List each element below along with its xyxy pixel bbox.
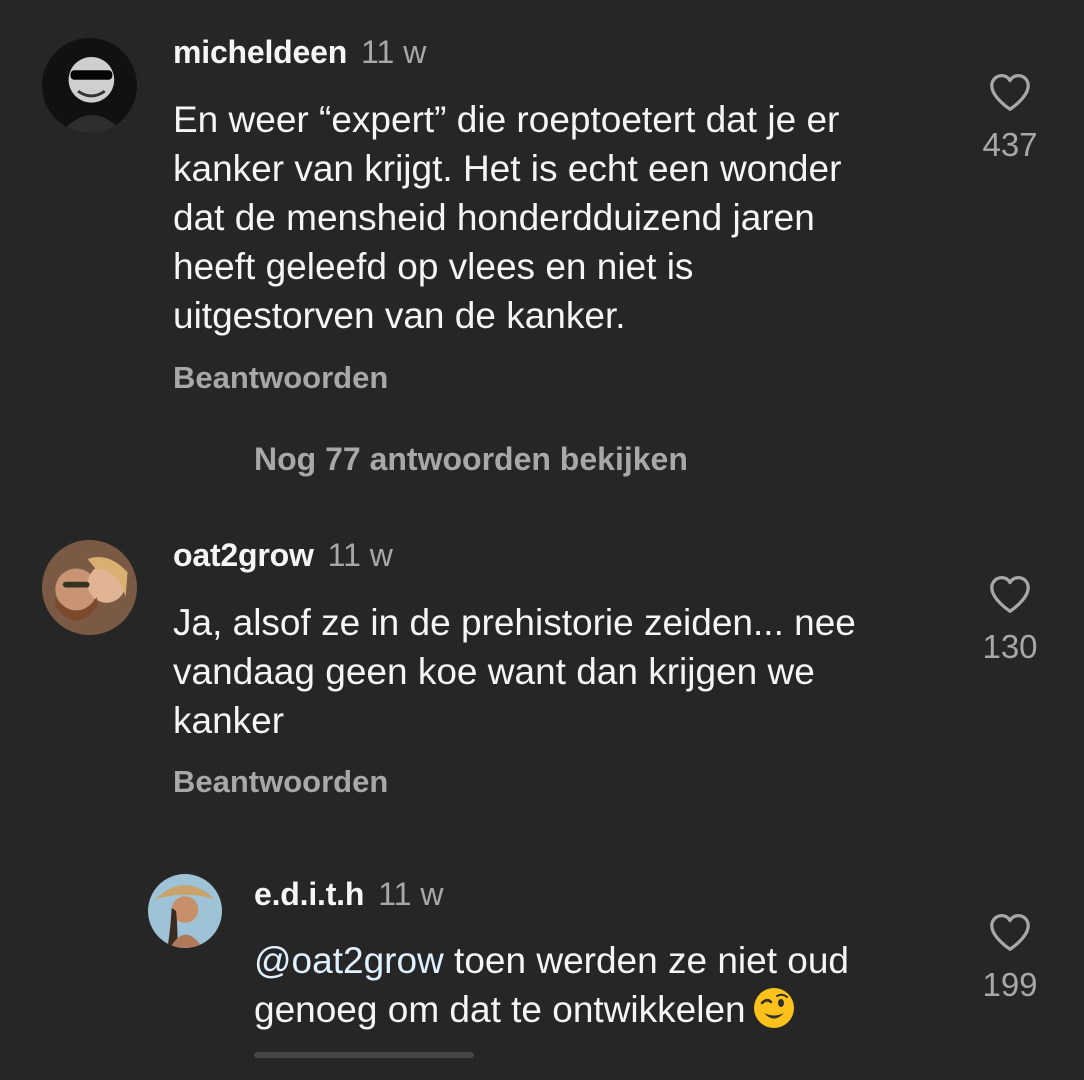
clipped-reply-button bbox=[254, 1052, 474, 1058]
username[interactable]: e.d.i.t.h bbox=[254, 876, 364, 912]
avatar[interactable] bbox=[42, 38, 137, 133]
heart-icon[interactable] bbox=[988, 72, 1032, 112]
comment-text: En weer “expert” die roeptoetert dat je … bbox=[173, 95, 841, 340]
heart-icon[interactable] bbox=[988, 574, 1032, 614]
like-count: 199 bbox=[982, 966, 1038, 1003]
comment-text-segment: genoeg om dat te ontwikkelen bbox=[254, 989, 746, 1030]
comment-line: genoeg om dat te ontwikkelen bbox=[254, 985, 849, 1034]
like-button[interactable]: 130 bbox=[970, 574, 1050, 666]
comment-text: Ja, alsof ze in de prehistorie zeiden...… bbox=[173, 598, 856, 745]
username[interactable]: micheldeen bbox=[173, 34, 347, 70]
comments-thread: micheldeen 11 w En weer “expert” die roep… bbox=[0, 0, 1084, 1080]
comment-header: micheldeen 11 w bbox=[173, 34, 426, 71]
avatar[interactable] bbox=[148, 874, 222, 948]
view-more-replies-link[interactable]: Nog 77 antwoorden bekijken bbox=[254, 441, 688, 478]
timestamp: 11 w bbox=[327, 537, 393, 573]
comment-line: dat de mensheid honderdduizend jaren bbox=[173, 197, 815, 238]
like-count: 437 bbox=[982, 126, 1038, 163]
avatar[interactable] bbox=[42, 540, 137, 635]
timestamp: 11 w bbox=[378, 876, 444, 912]
comment-line: @oat2grow toen werden ze niet oud bbox=[254, 936, 849, 985]
comment-line: vandaag geen koe want dan krijgen we bbox=[173, 651, 815, 692]
like-button[interactable]: 199 bbox=[970, 912, 1050, 1004]
reply-button[interactable]: Beantwoorden bbox=[173, 764, 388, 800]
comment-line: uitgestorven van de kanker. bbox=[173, 295, 626, 336]
mention-link[interactable]: @oat2grow bbox=[254, 940, 444, 981]
username[interactable]: oat2grow bbox=[173, 537, 314, 573]
comment-text-segment: toen werden ze niet oud bbox=[443, 940, 850, 981]
comment-text: @oat2grow toen werden ze niet oud genoeg… bbox=[254, 936, 849, 1034]
heart-icon[interactable] bbox=[988, 912, 1032, 952]
comment-line: kanker van krijgt. Het is echt een wonde… bbox=[173, 148, 842, 189]
comment-line: Ja, alsof ze in de prehistorie zeiden...… bbox=[173, 602, 856, 643]
comment-line: heeft geleefd op vlees en niet is bbox=[173, 246, 694, 287]
comment-header: e.d.i.t.h 11 w bbox=[254, 876, 443, 913]
reply-button[interactable]: Beantwoorden bbox=[173, 360, 388, 396]
comment-line: En weer “expert” die roeptoetert dat je … bbox=[173, 99, 840, 140]
winking-face-emoji bbox=[753, 988, 794, 1028]
like-count: 130 bbox=[982, 628, 1038, 665]
like-button[interactable]: 437 bbox=[970, 72, 1050, 164]
comment-header: oat2grow 11 w bbox=[173, 537, 393, 574]
comment-line: kanker bbox=[173, 700, 285, 741]
timestamp: 11 w bbox=[361, 34, 427, 70]
